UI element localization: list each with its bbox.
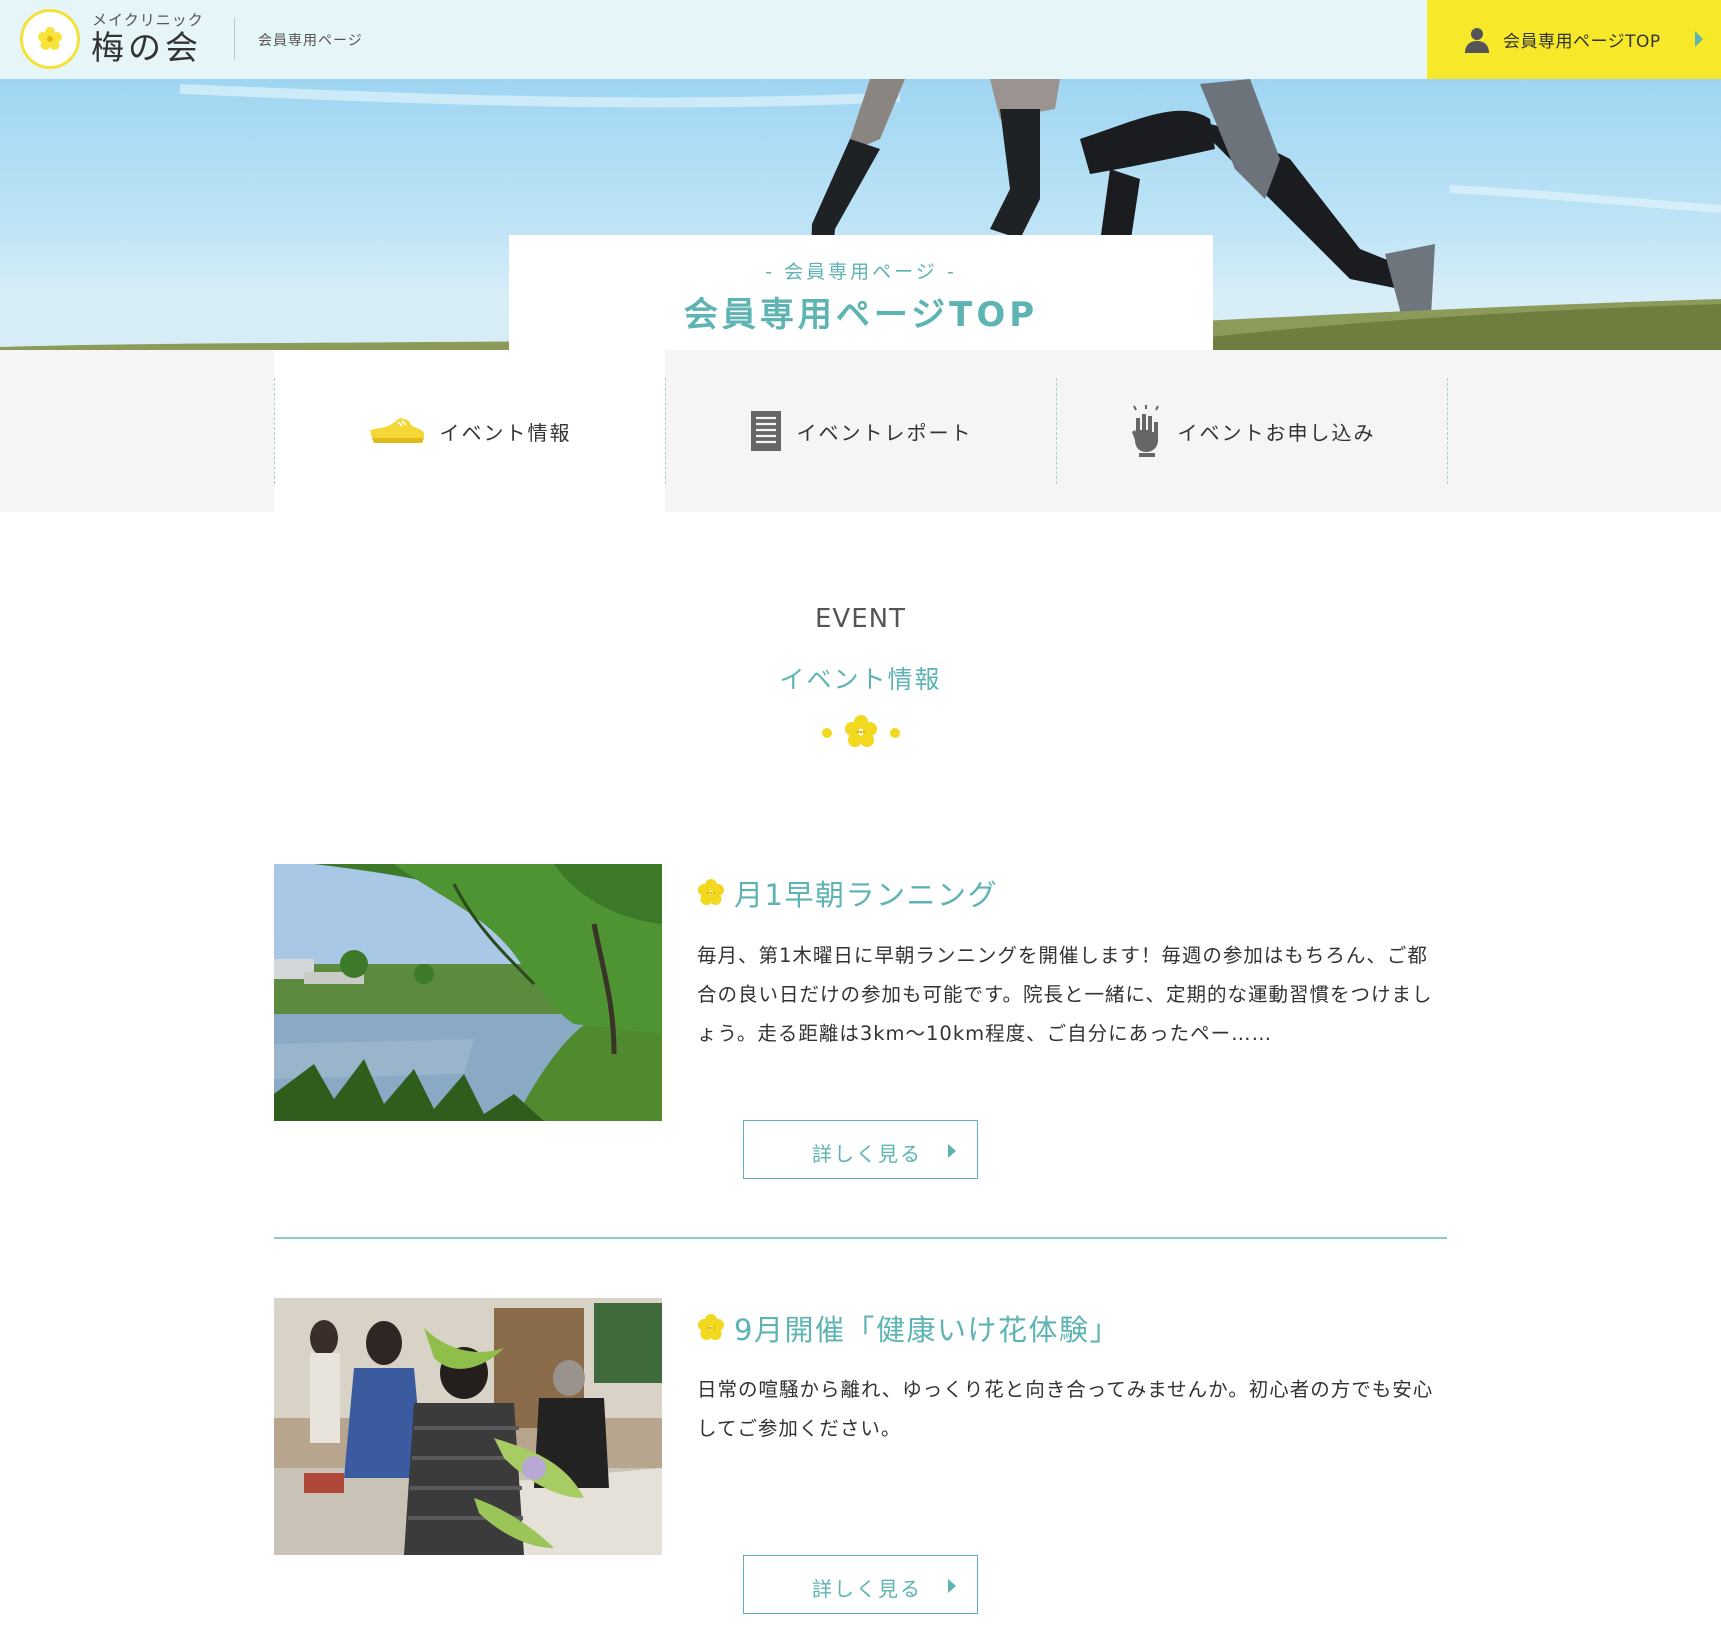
chevron-right-icon: [948, 1579, 956, 1593]
event-description: 毎月、第1木曜日に早朝ランニングを開催します！毎週の参加はもちろん、ご都合の良い…: [697, 944, 1433, 1045]
section-title-ja: イベント情報: [779, 665, 942, 694]
detail-button-label: 詳しく見る: [812, 1142, 922, 1166]
tab-label: イベント情報: [439, 420, 572, 445]
header-divider: [234, 18, 235, 60]
tab-label: イベントお申し込み: [1177, 420, 1376, 445]
hero-subtitle: - 会員専用ページ -: [765, 261, 957, 283]
logo-subtitle: メイクリニック: [92, 11, 204, 29]
event-divider: [274, 1237, 1447, 1239]
header-page-label: 会員専用ページ: [258, 33, 363, 49]
detail-button-label: 詳しく見る: [812, 1577, 922, 1601]
event-description: 日常の喧騒から離れ、ゆっくり花と向き合ってみませんか。初心者の方でも安心してご参…: [697, 1378, 1434, 1440]
event-title[interactable]: 月1早朝ランニング: [734, 872, 998, 914]
plum-flower-ornament-icon: [822, 715, 900, 747]
tab-divider: [1447, 378, 1448, 484]
event-image-running[interactable]: [274, 864, 662, 1121]
pond-photo: [274, 864, 662, 1121]
chevron-right-icon: [948, 1144, 956, 1158]
site-header: メイクリニック 梅の会 会員専用ページ 会員専用ページTOP: [0, 0, 1721, 79]
tab-divider: [274, 378, 275, 484]
member-top-button[interactable]: 会員専用ページTOP: [1427, 0, 1721, 79]
hero-title-box: - 会員専用ページ - 会員専用ページTOP: [509, 235, 1213, 350]
event-image-ikebana[interactable]: [274, 1298, 662, 1555]
tab-label: イベントレポート: [796, 420, 973, 445]
event-tab-nav: イベント情報 イベントレポート イベントお申し込み: [0, 350, 1721, 512]
event-title[interactable]: 9月開催「健康いけ花体験」: [734, 1307, 1120, 1349]
event-detail-button[interactable]: 詳しく見る: [743, 1120, 978, 1179]
plum-flower-icon: [698, 1314, 724, 1340]
document-icon: [750, 411, 781, 451]
logo-title[interactable]: 梅の会: [91, 28, 202, 68]
event-detail-button[interactable]: 詳しく見る: [743, 1555, 978, 1614]
tab-event-info[interactable]: イベント情報: [274, 350, 665, 512]
plum-flower-icon: [698, 879, 724, 905]
person-icon: [1465, 27, 1489, 53]
section-title-en: EVENT: [815, 604, 906, 634]
member-top-label: 会員専用ページTOP: [1503, 32, 1661, 52]
clinic-logo[interactable]: [20, 9, 80, 69]
tab-event-apply[interactable]: イベントお申し込み: [1056, 350, 1447, 512]
plum-flower-icon: [38, 27, 62, 50]
tab-event-report[interactable]: イベントレポート: [665, 350, 1056, 512]
running-shoe-icon: [369, 418, 424, 443]
hero-title: 会員専用ページTOP: [683, 295, 1039, 335]
hero-banner: - 会員専用ページ - 会員専用ページTOP: [0, 79, 1721, 350]
chevron-right-icon: [1695, 31, 1703, 47]
raised-hand-icon: [1131, 405, 1159, 457]
ikebana-class-photo: [274, 1298, 662, 1555]
